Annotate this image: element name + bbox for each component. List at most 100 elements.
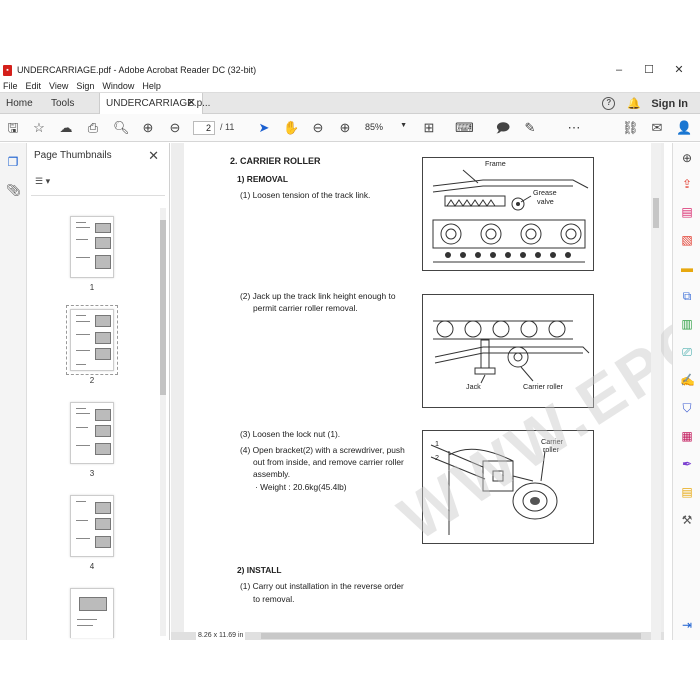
page-number-input[interactable]: 2	[193, 121, 215, 135]
combine-files-icon[interactable]: ⧉	[680, 289, 694, 303]
thumbnail-label-4: 4	[89, 562, 95, 571]
upload-cloud-icon[interactable]: ☁	[58, 120, 74, 136]
more-tools-icon[interactable]: ⚒	[680, 513, 694, 527]
vertical-scrollbar[interactable]	[651, 143, 661, 640]
next-page-icon[interactable]: ⊖	[167, 120, 183, 136]
bell-icon[interactable]: 🔔	[627, 98, 641, 110]
edit-pdf-icon[interactable]: ▧	[680, 233, 694, 247]
close-window-icon[interactable]: ✕	[664, 62, 694, 78]
title-bar: ▪ UNDERCARRIAGE.pdf - Adobe Acrobat Read…	[0, 62, 700, 78]
label-grease: Grease	[533, 188, 557, 197]
share-user-icon[interactable]: 👤	[676, 120, 692, 136]
select-cursor-icon[interactable]: ➤	[256, 120, 272, 136]
comment-icon[interactable]: 🗩	[495, 120, 511, 136]
label-jack: Jack	[466, 382, 481, 391]
figure-track-frame-drawing	[432, 169, 589, 263]
thumbnail-page-1[interactable]	[70, 216, 114, 278]
fit-page-icon[interactable]: ⊞	[421, 120, 437, 136]
step-4-line-3: assembly.	[253, 469, 291, 479]
scan-ocr-icon[interactable]: ⎚	[680, 345, 694, 359]
figure-track-frame: Frame Grease valve	[422, 157, 594, 271]
send-for-review-icon[interactable]: ▤	[680, 485, 694, 499]
comment-tool-icon[interactable]: ▬	[680, 261, 694, 275]
removal-heading: 1) REMOVAL	[237, 174, 289, 184]
previous-page-icon[interactable]: ⊕	[140, 120, 156, 136]
zoom-icon[interactable]: ⊕	[680, 151, 694, 165]
tab-home[interactable]: Home	[6, 93, 33, 114]
page-size: 8.26 x 11.69 in	[196, 632, 246, 640]
thumbnail-page-2[interactable]	[66, 305, 118, 375]
maximize-icon[interactable]: ☐	[634, 62, 664, 78]
menu-bar: File Edit View Sign Window Help	[0, 79, 700, 92]
create-pdf-icon[interactable]: ▤	[680, 205, 694, 219]
save-icon[interactable]: 🖫	[5, 120, 21, 136]
thumbnail-options-icon[interactable]: ☰ ▾	[35, 176, 57, 188]
tab-document[interactable]: UNDERCARRIAGE.p... ✕	[99, 93, 210, 114]
zoom-out-icon[interactable]: ⊖	[310, 120, 326, 136]
toolbar: 🖫 ☆ ☁ ⎙ 🔍︎ ⊕ ⊖ 2 / 11 ➤ ✋ ⊖ ⊕ 85% ▼ ⊞ ⌨ …	[0, 114, 700, 142]
left-rail: ❐ 📎︎	[0, 143, 27, 640]
organize-pages-icon[interactable]: ▥	[680, 317, 694, 331]
close-tab-icon[interactable]: ✕	[187, 93, 196, 114]
label-frame: Frame	[485, 159, 506, 168]
sign-in-button[interactable]: Sign In	[651, 98, 688, 110]
zoom-select[interactable]: 85% ▼	[365, 122, 407, 132]
section-title: 2. CARRIER ROLLER	[230, 156, 321, 166]
install-heading: 2) INSTALL	[237, 565, 282, 575]
step-4-line-1: (4) Open bracket(2) with a screwdriver, …	[240, 445, 405, 455]
zoom-value: 85%	[365, 122, 384, 132]
more-options-icon[interactable]: ⋯	[566, 120, 582, 136]
close-panel-icon[interactable]: ✕	[148, 148, 159, 164]
thumbnail-label-1: 1	[89, 283, 95, 292]
mail-icon[interactable]: ✉	[649, 120, 665, 136]
menu-file[interactable]: File	[3, 81, 18, 91]
document-view: 2. CARRIER ROLLER 1) REMOVAL (1) Loosen …	[171, 93, 700, 640]
panel-title: Page Thumbnails	[34, 150, 112, 161]
protect-shield-icon[interactable]: ⛉	[680, 401, 694, 415]
install-step-1-line-1: (1) Carry out installation in the revers…	[240, 581, 404, 591]
redact-icon[interactable]: ▦	[680, 429, 694, 443]
step-4-weight: · Weight : 20.6kg(45.4lb)	[255, 482, 347, 492]
tools-rail: ⊕ ⇪ ▤ ▧ ▬ ⧉ ▥ ⎚ ✍ ⛉ ▦ ✒ ▤ ⚒ ⇥	[672, 143, 700, 640]
acrobat-window: ▪ UNDERCARRIAGE.pdf - Adobe Acrobat Read…	[0, 0, 700, 700]
minimize-icon[interactable]: –	[604, 62, 634, 78]
fill-sign-icon[interactable]: ✍	[680, 373, 695, 387]
window-title: UNDERCARRIAGE.pdf - Adobe Acrobat Reader…	[17, 65, 257, 75]
hand-tool-icon[interactable]: ✋	[283, 120, 299, 136]
thumbnail-page-3[interactable]	[70, 402, 114, 464]
highlight-pen-icon[interactable]: ✎	[522, 120, 538, 136]
tab-tools[interactable]: Tools	[51, 93, 74, 114]
menu-view[interactable]: View	[49, 81, 68, 91]
request-signature-icon[interactable]: ✒	[680, 457, 694, 471]
keyboard-icon[interactable]: ⌨	[455, 120, 474, 136]
step-2-line-2: permit carrier roller removal.	[253, 303, 358, 313]
collapse-pane-icon[interactable]: ⇥	[680, 618, 694, 632]
page-total: / 11	[220, 122, 235, 132]
export-pdf-icon[interactable]: ⇪	[680, 177, 694, 191]
step-1: (1) Loosen tension of the track link.	[240, 190, 371, 200]
attachment-icon[interactable]: 📎︎	[6, 183, 21, 197]
zoom-in-icon[interactable]: ⊕	[337, 120, 353, 136]
tab-bar: Home Tools UNDERCARRIAGE.p... ✕ ? 🔔 Sign…	[0, 92, 700, 114]
thumbnail-label-3: 3	[89, 469, 95, 478]
thumbnail-page-4[interactable]	[70, 495, 114, 557]
thumbnails-panel: Page Thumbnails ✕ ☰ ▾ 1 2 3 4	[27, 143, 170, 640]
zoom-search-icon[interactable]: 🔍︎	[113, 120, 130, 136]
thumbnail-page-5[interactable]	[70, 588, 114, 638]
bookmark-star-icon[interactable]: ☆	[31, 120, 47, 136]
help-icon[interactable]: ?	[602, 97, 616, 110]
menu-help[interactable]: Help	[142, 81, 161, 91]
menu-sign[interactable]: Sign	[76, 81, 94, 91]
label-valve: valve	[537, 197, 554, 206]
page-thumbnails-icon[interactable]: ❐	[6, 155, 20, 169]
menu-window[interactable]: Window	[102, 81, 134, 91]
step-3: (3) Loosen the lock nut (1).	[240, 429, 341, 439]
step-2-line-1: (2) Jack up the track link height enough…	[240, 291, 396, 301]
thumbnail-label-2: 2	[89, 376, 95, 385]
link-icon[interactable]: ⛓	[622, 120, 639, 136]
print-icon[interactable]: ⎙	[85, 120, 101, 136]
step-4-line-2: out from inside, and remove carrier roll…	[253, 457, 404, 467]
thumbnail-scrollbar[interactable]	[160, 208, 166, 636]
menu-edit[interactable]: Edit	[26, 81, 42, 91]
divider	[31, 195, 165, 196]
